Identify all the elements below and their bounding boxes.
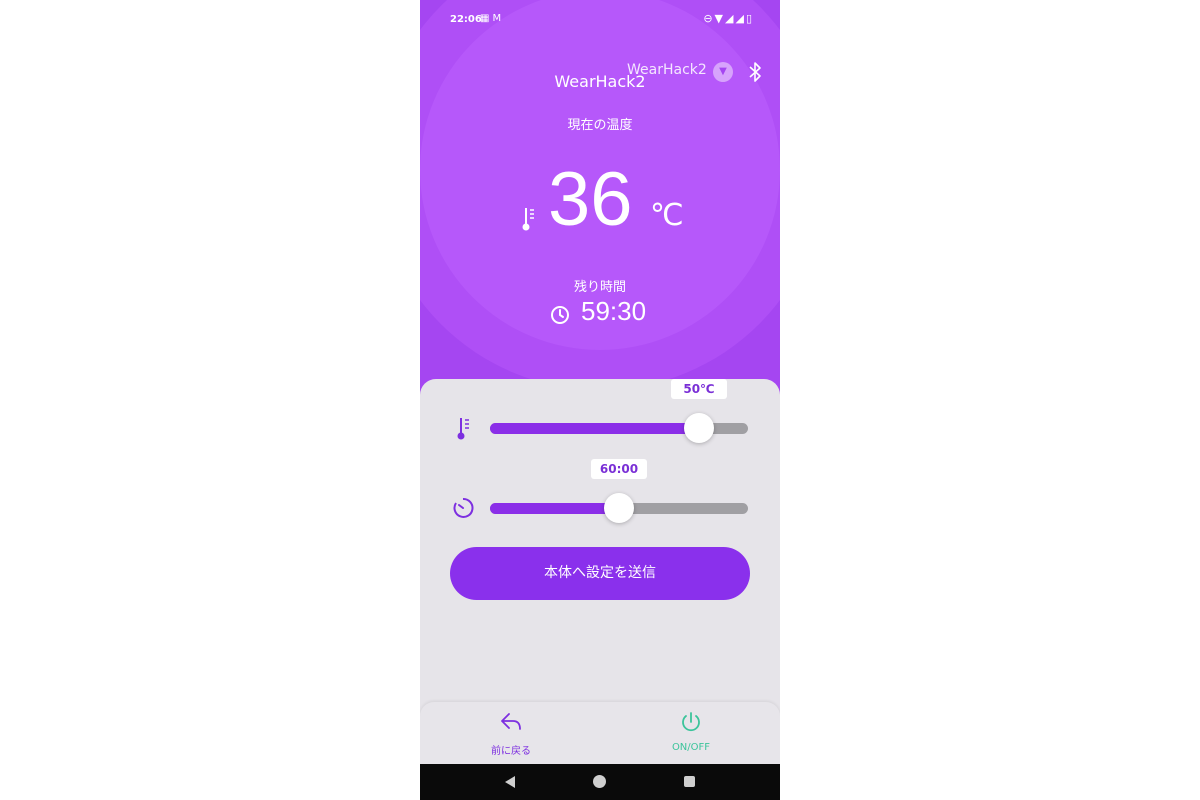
signal-icon: ◢ [725,12,736,25]
system-status-icons: ⊖▼◢◢▯ [703,12,754,25]
timer-slider[interactable]: 60:00 [490,459,748,523]
page-title: WearHack2 [554,72,646,91]
hero-section: 22:06 ▦M ⊖▼◢◢▯ WearHack2 ▼ WearHack2 現在の… [420,0,780,420]
system-home-icon[interactable] [593,775,606,788]
current-temp-unit: ℃ [650,199,684,232]
remaining-time-label: 残り時間 [573,280,626,295]
system-nav-bar [420,764,780,800]
thermometer-icon [522,208,534,231]
timer-value-tag: 60:00 [591,459,647,479]
bottom-nav: 前に戻る ON/OFF [420,702,780,764]
status-bar: 22:06 ▦M ⊖▼◢◢▯ [420,10,780,30]
timer-slider-thumb[interactable] [604,493,634,523]
power-button-label: ON/OFF [671,742,711,753]
current-temp-label: 現在の温度 [567,118,633,133]
phone-screen: 22:06 ▦M ⊖▼◢◢▯ WearHack2 ▼ WearHack2 現在の… [420,0,780,800]
system-back-icon[interactable] [505,776,515,788]
back-button-label: 前に戻る [491,746,531,757]
current-temp-value: 36 [548,157,633,242]
temperature-slider-thumb[interactable] [683,413,714,443]
timer-slider-fill [490,503,619,514]
temperature-slider-fill [490,423,699,434]
reply-arrow-icon [501,713,521,730]
wifi-icon: ▼ [714,12,725,25]
status-time: 22:06 [450,14,482,25]
clock-icon [551,306,569,324]
notification-icons: ▦M [480,13,504,24]
calendar-icon: ▦ [480,13,493,24]
send-settings-button[interactable]: 本体へ設定を送信 [450,547,750,600]
back-button[interactable]: 前に戻る [451,702,571,764]
temperature-slider[interactable]: 50℃ [490,379,748,443]
thermometer-icon [457,418,469,440]
dnd-icon: ⊖ [703,12,715,25]
remaining-time-value: 59:30 [581,296,647,326]
system-recents-icon[interactable] [684,776,695,787]
power-icon [682,712,700,732]
temperature-value-tag: 50℃ [670,379,727,399]
power-toggle-button[interactable]: ON/OFF [631,702,751,764]
signal-2-icon: ◢ [735,12,746,25]
gmail-icon: M [492,13,505,24]
battery-icon: ▯ [745,12,754,25]
timer-icon [453,497,474,518]
